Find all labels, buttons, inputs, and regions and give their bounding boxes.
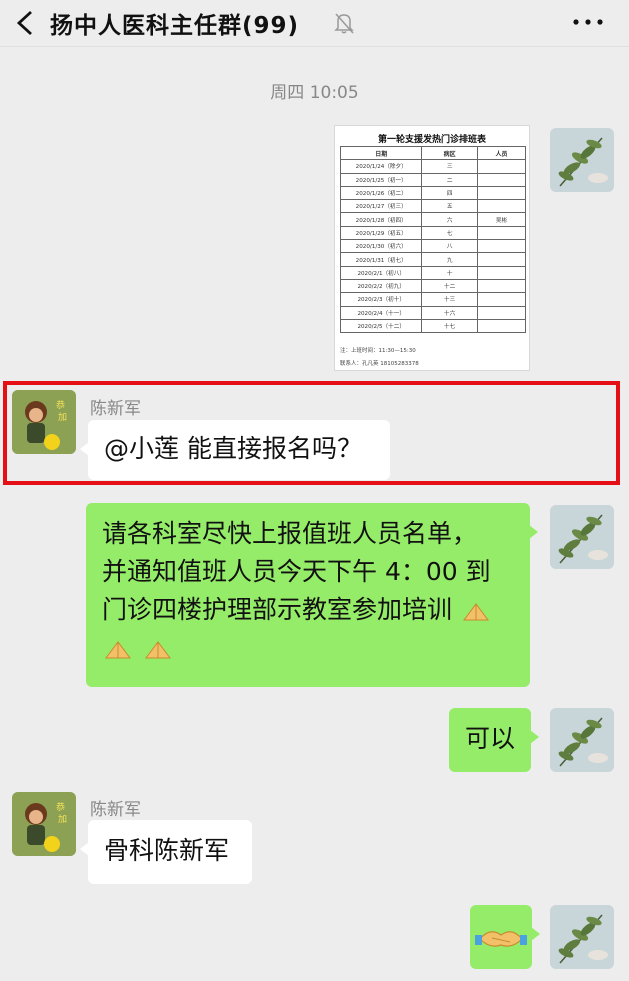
table-cell: 2020/1/27（初三） (339, 199, 423, 214)
clap-emoji-icon (462, 603, 489, 621)
svg-text:恭: 恭 (56, 802, 65, 813)
table-cell (476, 199, 527, 214)
table-cell: 2020/1/26（初二） (339, 185, 423, 201)
sender-name: 陈新军 (90, 800, 141, 820)
table-cell: 十三 (421, 292, 478, 307)
message-bubble[interactable]: 可以 (449, 708, 539, 772)
table-cell (476, 172, 527, 187)
message-line: 门诊四楼护理部示教室参加培训 (102, 595, 453, 624)
table-cell: 十七 (421, 318, 478, 334)
schedule-note: 注：上班时间：11:30—15:30 (340, 348, 416, 354)
schedule-contact: 联系人：孔凡英 18105283378 (340, 361, 419, 367)
table-cell (476, 278, 527, 294)
back-icon[interactable] (14, 10, 36, 36)
table-cell: 五 (421, 199, 478, 214)
message-line: 请各科室尽快上报值班人员名单， (102, 519, 478, 548)
table-cell (476, 159, 527, 174)
message-text: 可以 (465, 724, 516, 753)
table-cell: 2020/2/5（十二） (339, 318, 423, 334)
message-bubble[interactable]: 骨科陈新军 (80, 820, 252, 884)
svg-text:加: 加 (58, 814, 67, 825)
sender-avatar[interactable]: 恭 加 (12, 792, 76, 856)
table-cell (476, 318, 527, 334)
table-cell: 2020/1/30（初六） (339, 239, 423, 254)
table-cell: 2020/2/1（初八） (339, 265, 423, 280)
table-row: 2020/1/27（初三）五 (339, 199, 527, 214)
self-avatar[interactable] (550, 708, 614, 772)
chat-header: 扬中人医科主任群(99) (0, 0, 629, 47)
table-cell: 七 (421, 225, 478, 241)
table-cell: 2020/1/25（初一） (339, 172, 423, 187)
table-cell: 九 (421, 252, 478, 267)
table-cell: 十六 (421, 305, 478, 320)
table-cell: 2020/1/24（除夕） (339, 159, 423, 174)
table-cell: 吴彬 (476, 212, 527, 227)
svg-text:恭: 恭 (56, 400, 65, 411)
table-cell: 2020/2/4（十一） (339, 305, 423, 320)
table-cell: 三 (421, 159, 478, 174)
table-row: 2020/2/3（初十） 十三 (339, 292, 527, 307)
handshake-emoji-icon (475, 931, 527, 947)
message-bubble[interactable] (470, 905, 540, 969)
table-row: 2020/2/5（十二） 十七 (339, 318, 527, 334)
table-cell (476, 239, 527, 254)
table-cell: 八 (421, 239, 478, 254)
table-cell (476, 265, 527, 280)
table-cell: 四 (421, 185, 478, 201)
table-cell (476, 252, 527, 267)
schedule-title: 第一轮支援发热门诊排班表 (377, 135, 486, 145)
message-bubble[interactable]: 请各科室尽快上报值班人员名单， 并通知值班人员今天下午 4：00 到 门诊四楼护… (86, 503, 538, 687)
table-cell: 2020/1/28（初四） (339, 212, 423, 227)
table-row: 2020/1/24（除夕）三 (339, 159, 527, 174)
message-timestamp: 周四 10:05 (270, 83, 359, 103)
clap-emoji-icon (144, 641, 171, 659)
schedule-table: 日期 病区 人员 2020/1/24（除夕）三 2020/1/25（初一）二 202… (339, 145, 527, 334)
table-row: 2020/1/28（初四）六吴彬 (339, 212, 527, 227)
table-cell (476, 305, 527, 320)
table-cell: 十 (421, 265, 478, 280)
table-row: 2020/1/25（初一）二 (339, 172, 527, 187)
table-cell: 二 (421, 172, 478, 187)
column-header: 病区 (421, 145, 478, 161)
table-cell: 2020/1/29（初五） (339, 225, 423, 241)
clap-emoji-icon (105, 641, 131, 659)
message-line: 并通知值班人员今天下午 4：00 到 (102, 557, 491, 586)
mute-bell-icon (334, 13, 354, 34)
self-avatar[interactable] (550, 905, 614, 969)
self-avatar[interactable] (550, 505, 614, 569)
table-row: 2020/1/29（初五）七 (339, 225, 527, 241)
table-cell: 2020/1/31（初七） (339, 252, 423, 267)
table-cell: 2020/2/3（初十） (339, 292, 423, 307)
sender-avatar[interactable]: 恭 加 (12, 390, 76, 454)
message-text: 骨科陈新军 (104, 836, 230, 865)
message-text: @小莲 能直接报名吗？ (104, 434, 362, 463)
table-row: 2020/2/2（初九） 十二 (339, 278, 527, 294)
self-avatar[interactable] (550, 128, 614, 192)
table-cell: 2020/2/2（初九） (339, 278, 423, 294)
message-bubble[interactable]: @小莲 能直接报名吗？ (80, 420, 390, 480)
table-row: 2020/1/30（初六）八 (339, 239, 527, 254)
table-cell (476, 225, 527, 241)
sender-name: 陈新军 (90, 399, 141, 419)
table-row: 2020/2/4（十一） 十六 (339, 305, 527, 320)
schedule-image-message[interactable]: 第一轮支援发热门诊排班表 日期 病区 人员 2020/1/24（除夕）三 2020… (334, 125, 530, 371)
table-cell: 六 (421, 212, 478, 227)
table-cell (476, 292, 527, 307)
table-cell (476, 185, 527, 201)
table-row: 2020/1/26（初二）四 (339, 185, 527, 201)
column-header: 日期 (339, 145, 423, 161)
more-icon[interactable] (570, 12, 606, 32)
table-cell: 十二 (421, 278, 478, 294)
column-header: 人员 (476, 145, 527, 161)
chat-title[interactable]: 扬中人医科主任群(99) (50, 6, 299, 40)
table-row: 2020/2/1（初八）十 (339, 265, 527, 280)
svg-text:加: 加 (58, 412, 67, 423)
table-row: 2020/1/31（初七）九 (339, 252, 527, 267)
